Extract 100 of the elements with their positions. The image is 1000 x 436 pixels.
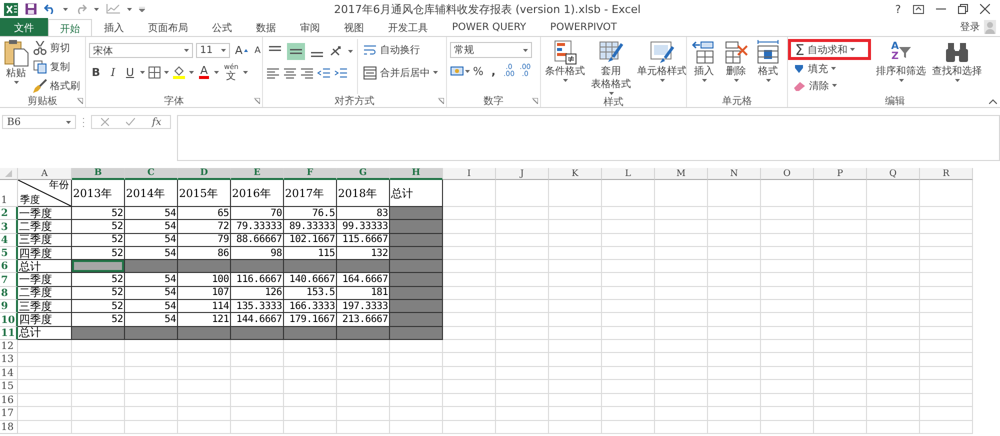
spreadsheet-cell[interactable]: 二季度 [18,220,72,234]
sort-filter-button[interactable]: A Z 排序和筛选 [875,39,927,94]
spreadsheet-cell[interactable]: 52 [72,286,125,300]
spreadsheet-cell[interactable] [390,286,443,300]
spreadsheet-logo-icon[interactable] [4,2,18,16]
spreadsheet-cell[interactable]: 2015年 [178,180,231,207]
ribbon-tab[interactable]: 开始 [48,19,92,37]
row-header[interactable]: 8 [0,286,18,300]
spreadsheet-cell[interactable]: 114 [178,300,231,314]
spreadsheet-cell[interactable]: 79.33333 [231,220,284,234]
row-header[interactable]: 17 [0,407,18,421]
paste-button[interactable]: 粘贴 [3,39,29,94]
decrease-indent-icon[interactable] [317,66,331,80]
fill-button[interactable]: 填充 [791,60,871,77]
row-header[interactable]: 14 [0,366,18,380]
text-align-icon[interactable] [266,66,280,80]
row-header[interactable]: 4 [0,234,18,247]
spreadsheet-cell[interactable]: 2014年 [125,180,178,207]
increase-indent-icon[interactable] [334,66,348,80]
column-header[interactable]: L [602,168,655,180]
spreadsheet-cell[interactable]: 135.3333 [231,300,284,314]
spreadsheet-cell[interactable] [72,326,125,340]
column-header[interactable]: J [496,168,549,180]
redo-icon[interactable] [75,4,87,14]
minimize-icon[interactable] [936,8,946,10]
spreadsheet-cell[interactable] [72,260,125,274]
spreadsheet-cell[interactable]: 166.3333 [284,300,337,314]
spreadsheet-cell[interactable]: 54 [125,207,178,220]
save-icon[interactable] [25,3,37,15]
autosum-button[interactable]: Σ 自动求和 [793,41,858,58]
help-button[interactable]: ? [895,2,901,16]
insert-button[interactable]: 插入 [690,39,718,94]
underline-button[interactable]: U [123,64,137,80]
dialog-launcher-icon[interactable] [77,98,83,104]
user-avatar-icon[interactable] [984,20,996,34]
column-header[interactable]: R [920,168,973,180]
spreadsheet-cell[interactable] [284,326,337,340]
spreadsheet-cell[interactable]: 88.66667 [231,234,284,247]
select-all-icon[interactable] [5,170,12,177]
ribbon-tab[interactable]: 开发工具 [376,18,440,36]
collapse-ribbon-icon[interactable] [989,99,997,104]
ribbon-tab[interactable]: POWER QUERY [440,18,538,36]
number-format-field[interactable]: 常规 [450,42,532,58]
spreadsheet-cell[interactable]: 65 [178,207,231,220]
customize-icon[interactable] [139,6,145,12]
italic-button[interactable]: I [106,64,120,80]
find-select-button[interactable]: 查找和选择 [931,39,983,94]
row-header[interactable]: 6 [0,260,18,274]
spreadsheet-cell[interactable]: 2013年 [72,180,125,207]
column-header[interactable]: F [284,168,337,180]
dialog-launcher-icon[interactable] [438,98,444,104]
ribbon-tab[interactable]: 视图 [332,18,376,36]
row-header[interactable]: 13 [0,353,18,367]
row-header[interactable]: 10 [0,313,18,327]
spreadsheet-cell[interactable] [337,260,390,274]
fill-color-icon[interactable] [172,65,186,79]
spreadsheet-cell[interactable]: 2016年 [231,180,284,207]
ribbon-tab[interactable]: POWERPIVOT [538,18,629,36]
row-header[interactable]: 9 [0,300,18,314]
row-header[interactable]: 1 [0,180,18,207]
ribbon-tab[interactable]: 页面布局 [136,18,200,36]
ribbon-tab[interactable]: 审阅 [288,18,332,36]
name-box[interactable]: B6 [2,115,76,129]
spreadsheet-cell[interactable]: 52 [72,220,125,234]
spreadsheet-cell[interactable]: 116.6667 [231,273,284,287]
dialog-launcher-icon[interactable] [254,98,260,104]
currency-icon[interactable] [450,65,464,77]
column-header[interactable]: N [708,168,761,180]
spreadsheet-cell[interactable] [178,326,231,340]
spreadsheet-cell[interactable] [390,260,443,274]
spreadsheet-cell[interactable]: 79 [178,234,231,247]
clipboard-button[interactable]: 剪切 [33,39,80,56]
row-header[interactable]: 18 [0,420,18,434]
font-size-field[interactable]: 11 [196,43,230,58]
spreadsheet-cell[interactable]: 52 [72,300,125,314]
spreadsheet-cell[interactable]: 三季度 [18,234,72,247]
row-header[interactable]: 7 [0,273,18,287]
format-button[interactable]: 格式 [754,39,782,94]
spreadsheet-cell[interactable]: 76.5 [284,207,337,220]
spreadsheet-cell[interactable] [284,260,337,274]
row-header[interactable]: 2 [0,207,18,220]
spreadsheet-cell[interactable]: 100 [178,273,231,287]
ribbon-display-icon[interactable] [913,4,924,14]
spreadsheet-cell[interactable]: 126 [231,286,284,300]
spreadsheet-cell[interactable]: 三季度 [18,300,72,314]
merge-center-button[interactable]: 合并后居中 [361,64,440,81]
spreadsheet-cell[interactable]: 72 [178,220,231,234]
spreadsheet-cell[interactable]: 102.1667 [284,234,337,247]
spreadsheet-cell[interactable]: 107 [178,286,231,300]
ribbon-tab[interactable]: 数据 [244,18,288,36]
ribbon-tab[interactable]: 公式 [200,18,244,36]
percent-button[interactable]: % [471,62,486,80]
formula-input[interactable] [177,115,1000,161]
spreadsheet-cell[interactable] [231,326,284,340]
spreadsheet-cell[interactable]: 70 [231,207,284,220]
spreadsheet-cell[interactable] [125,260,178,274]
column-header[interactable]: A [18,168,72,180]
table-button[interactable]: 套用 表格格式 [590,39,632,95]
dialog-launcher-icon[interactable] [532,98,538,104]
bold-button[interactable]: B [89,64,103,80]
